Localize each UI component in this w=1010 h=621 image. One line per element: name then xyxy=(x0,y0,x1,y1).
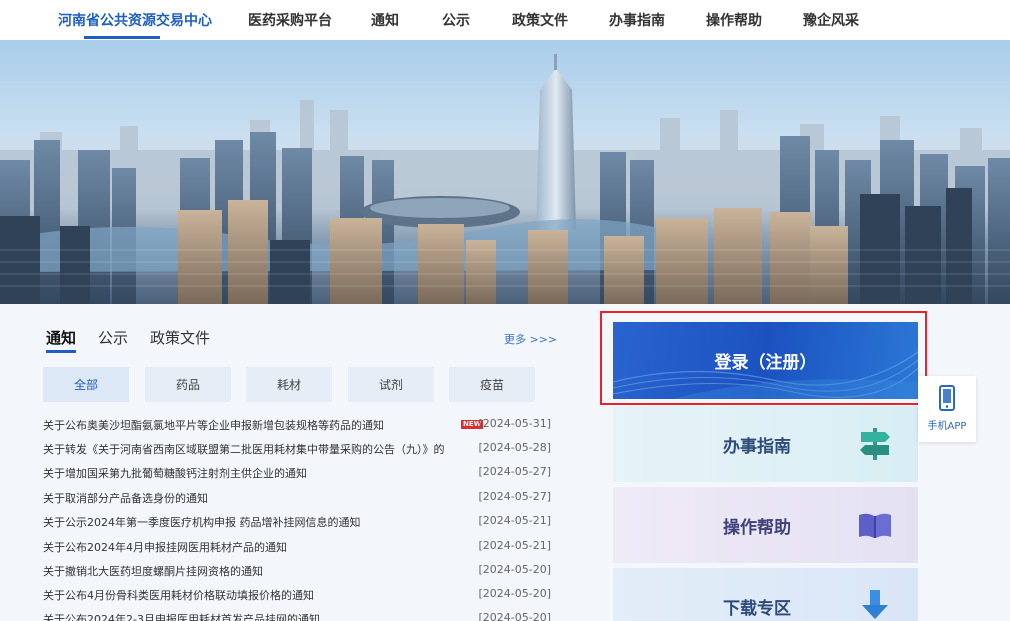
download-arrow-icon xyxy=(862,590,888,619)
nav-active-indicator xyxy=(84,36,160,39)
nav-announcements[interactable]: 公示 xyxy=(442,10,470,30)
notice-title[interactable]: 关于增加国采第九批葡萄糖酸钙注射剂主供企业的通知 xyxy=(43,465,307,481)
nav-policy-documents[interactable]: 政策文件 xyxy=(512,10,568,30)
notice-date: [2024-05-28] xyxy=(478,441,551,454)
notice-date: [2024-05-20] xyxy=(478,563,551,576)
notice-title[interactable]: 关于转发《关于河南省西南区域联盟第二批医用耗材集中带量采购的公告（九）》的通..… xyxy=(43,441,445,457)
top-nav: 河南省公共资源交易中心 医药采购平台 通知 公示 政策文件 办事指南 操作帮助 … xyxy=(0,0,1010,40)
skyline-illustration xyxy=(0,54,1010,304)
tab-policy-documents[interactable]: 政策文件 xyxy=(150,327,210,348)
notice-item[interactable]: 关于公示2024年第一季度医疗机构申报 药品增补挂网信息的通知 [2024-05… xyxy=(43,514,551,532)
download-zone-label: 下载专区 xyxy=(723,598,791,619)
notice-date: [2024-05-31] xyxy=(478,417,551,430)
operation-help-label: 操作帮助 xyxy=(723,517,791,538)
nav-home[interactable]: 河南省公共资源交易中心 xyxy=(58,10,212,30)
download-zone-panel[interactable]: 下载专区 xyxy=(613,568,918,621)
notice-title[interactable]: 关于公布4月份骨科类医用耗材价格联动填报价格的通知 xyxy=(43,587,314,603)
city-skyline-banner xyxy=(0,40,1010,304)
notice-date: [2024-05-27] xyxy=(478,465,551,478)
category-vaccines-button[interactable]: 疫苗 xyxy=(449,367,535,402)
notice-title[interactable]: 关于公布2024年2-3月申报医用耗材首发产品挂网的通知 xyxy=(43,611,320,621)
nav-notices[interactable]: 通知 xyxy=(371,10,399,30)
notice-date: [2024-05-20] xyxy=(478,611,551,621)
notice-title[interactable]: 关于取消部分产品备选身份的通知 xyxy=(43,490,208,506)
nav-operation-help[interactable]: 操作帮助 xyxy=(706,10,762,30)
notice-date: [2024-05-20] xyxy=(478,587,551,600)
tab-announcements[interactable]: 公示 xyxy=(98,327,128,348)
notice-title[interactable]: 关于公布奥美沙坦酯氨氯地平片等企业申报新增包装规格等药品的通知 xyxy=(43,417,384,433)
notice-item[interactable]: 关于取消部分产品备选身份的通知 [2024-05-27] xyxy=(43,490,551,508)
login-register-button[interactable]: 登录（注册） xyxy=(613,322,918,399)
service-guide-label: 办事指南 xyxy=(723,436,791,457)
more-link[interactable]: 更多 >>> xyxy=(504,331,557,347)
nav-service-guide[interactable]: 办事指南 xyxy=(609,10,665,30)
nav-enterprise-showcase[interactable]: 豫企风采 xyxy=(803,10,859,30)
signpost-icon xyxy=(860,428,890,460)
login-register-label: 登录（注册） xyxy=(714,353,817,373)
notice-title[interactable]: 关于撤销北大医药坦度螺酮片挂网资格的通知 xyxy=(43,563,263,579)
category-all-button[interactable]: 全部 xyxy=(43,367,129,402)
notice-title[interactable]: 关于公示2024年第一季度医疗机构申报 药品增补挂网信息的通知 xyxy=(43,514,361,530)
notice-item[interactable]: 关于公布2024年4月申报挂网医用耗材产品的通知 [2024-05-21] xyxy=(43,539,551,557)
open-book-icon xyxy=(859,513,891,538)
notice-date: [2024-05-21] xyxy=(478,539,551,552)
phone-icon xyxy=(939,385,955,411)
notice-item[interactable]: 关于转发《关于河南省西南区域联盟第二批医用耗材集中带量采购的公告（九）》的通..… xyxy=(43,441,551,459)
notice-title[interactable]: 关于公布2024年4月申报挂网医用耗材产品的通知 xyxy=(43,539,287,555)
nav-medical-procurement[interactable]: 医药采购平台 xyxy=(248,10,332,30)
notice-item[interactable]: 关于公布奥美沙坦酯氨氯地平片等企业申报新增包装规格等药品的通知 NEW [202… xyxy=(43,417,551,435)
tab-active-indicator xyxy=(46,350,76,353)
tab-notices[interactable]: 通知 xyxy=(46,327,76,348)
mobile-app-button[interactable]: 手机APP xyxy=(918,376,976,442)
mobile-app-label: 手机APP xyxy=(927,421,967,432)
notice-item[interactable]: 关于撤销北大医药坦度螺酮片挂网资格的通知 [2024-05-20] xyxy=(43,563,551,581)
notice-date: [2024-05-27] xyxy=(478,490,551,503)
notice-item[interactable]: 关于公布4月份骨科类医用耗材价格联动填报价格的通知 [2024-05-20] xyxy=(43,587,551,605)
category-consumables-button[interactable]: 耗材 xyxy=(246,367,332,402)
service-guide-panel[interactable]: 办事指南 xyxy=(613,406,918,482)
category-reagents-button[interactable]: 试剂 xyxy=(348,367,434,402)
notice-item[interactable]: 关于增加国采第九批葡萄糖酸钙注射剂主供企业的通知 [2024-05-27] xyxy=(43,465,551,483)
notice-date: [2024-05-21] xyxy=(478,514,551,527)
operation-help-panel[interactable]: 操作帮助 xyxy=(613,487,918,563)
category-drugs-button[interactable]: 药品 xyxy=(145,367,231,402)
notice-item[interactable]: 关于公布2024年2-3月申报医用耗材首发产品挂网的通知 [2024-05-20… xyxy=(43,611,551,621)
